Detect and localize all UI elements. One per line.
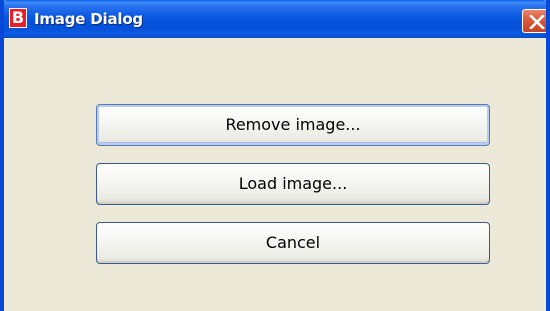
close-button[interactable] — [522, 9, 546, 33]
load-image-label: Load image... — [238, 174, 348, 193]
cancel-button[interactable]: Cancel — [96, 222, 490, 264]
load-image-button[interactable]: Load image... — [96, 163, 490, 205]
cancel-label: Cancel — [265, 233, 321, 252]
close-icon — [529, 15, 545, 29]
window-title: Image Dialog — [34, 10, 143, 28]
remove-image-button[interactable]: Remove image... — [96, 104, 490, 146]
app-icon[interactable]: B — [9, 8, 27, 28]
app-icon-letter: B — [11, 8, 25, 27]
remove-image-label: Remove image... — [225, 115, 361, 134]
title-bar[interactable]: B Image Dialog — [4, 0, 546, 38]
image-dialog-window: B Image Dialog Remove image... Load imag… — [0, 0, 550, 311]
